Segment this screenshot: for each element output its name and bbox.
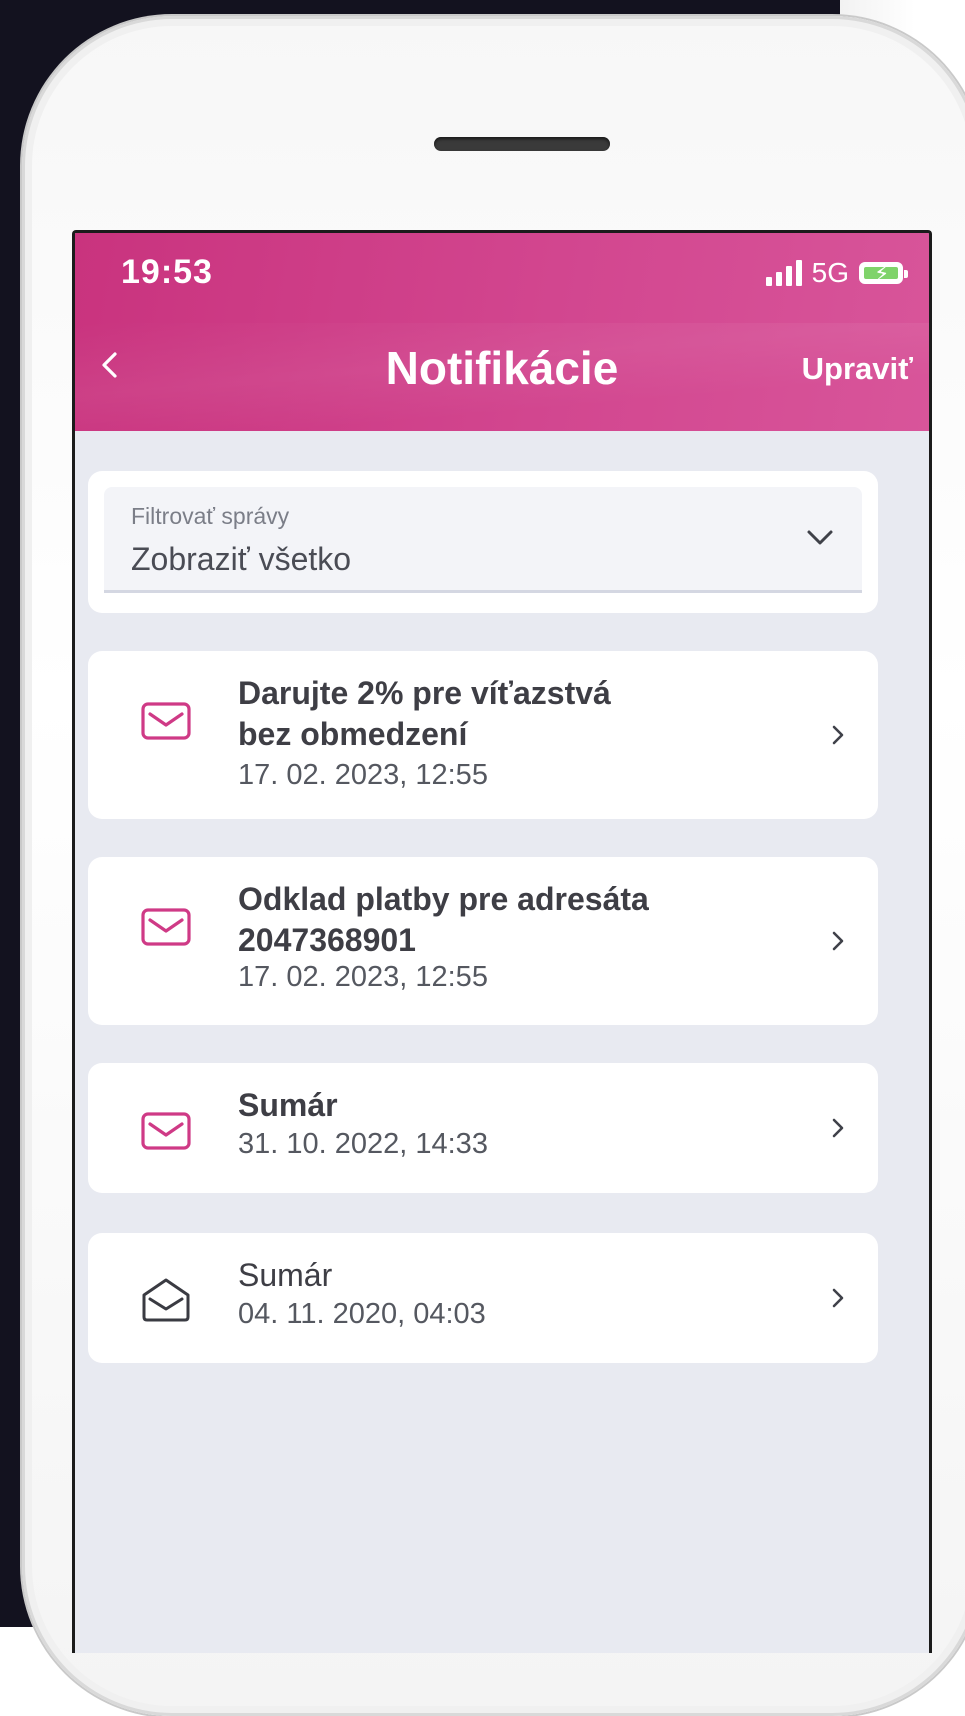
battery-charging-icon: ⚡ xyxy=(859,261,908,286)
envelope-closed-icon xyxy=(141,908,191,946)
phone-screen: 19:53 5G ⚡ Notifikácie Upraviť Filtrovať… xyxy=(72,230,932,1653)
notification-title: Odklad platby pre adresáta xyxy=(238,881,649,917)
notification-date: 17. 02. 2023, 12:55 xyxy=(238,961,488,993)
notification-date: 04. 11. 2020, 04:03 xyxy=(238,1298,486,1330)
notification-title-line2: bez obmedzení xyxy=(238,716,468,752)
chevron-right-icon xyxy=(832,1288,844,1308)
phone-speaker xyxy=(434,137,610,151)
notification-text: Sumár 04. 11. 2020, 04:03 xyxy=(238,1255,486,1331)
notification-item[interactable]: Sumár 04. 11. 2020, 04:03 xyxy=(88,1233,878,1363)
signal-icon xyxy=(765,260,802,286)
notification-date: 31. 10. 2022, 14:33 xyxy=(238,1128,488,1160)
notification-item[interactable]: Sumár 31. 10. 2022, 14:33 xyxy=(88,1063,878,1193)
notification-text: Sumár 31. 10. 2022, 14:33 xyxy=(238,1085,488,1161)
status-time: 19:53 xyxy=(121,253,213,291)
filter-select[interactable]: Filtrovať správy Zobraziť všetko xyxy=(104,487,862,593)
notification-title-line2: 2047368901 xyxy=(238,922,416,958)
chevron-down-icon xyxy=(807,530,833,545)
envelope-closed-icon xyxy=(141,702,191,740)
notification-title: Sumár xyxy=(238,1087,338,1123)
app-header: 19:53 5G ⚡ Notifikácie Upraviť xyxy=(75,233,929,431)
chevron-right-icon xyxy=(832,725,844,745)
notification-title: Darujte 2% pre víťazstvá xyxy=(238,675,611,711)
envelope-open-icon xyxy=(142,1278,190,1322)
page-title: Notifikácie xyxy=(385,342,619,394)
chevron-left-icon xyxy=(102,352,117,378)
chevron-right-icon xyxy=(832,931,844,951)
notification-text: Darujte 2% pre víťazstvá bez obmedzení 1… xyxy=(238,673,611,792)
notification-item[interactable]: Odklad platby pre adresáta 2047368901 17… xyxy=(88,857,878,1025)
notification-item[interactable]: Darujte 2% pre víťazstvá bez obmedzení 1… xyxy=(88,651,878,819)
notification-title: Sumár xyxy=(238,1257,333,1293)
filter-card: Filtrovať správy Zobraziť všetko xyxy=(88,471,878,613)
filter-label: Filtrovať správy xyxy=(131,503,290,529)
edit-button[interactable]: Upraviť xyxy=(802,351,913,387)
network-type: 5G xyxy=(811,257,849,288)
chevron-right-icon xyxy=(832,1118,844,1138)
envelope-closed-icon xyxy=(141,1112,191,1150)
status-indicators: 5G ⚡ xyxy=(765,257,908,289)
back-button[interactable] xyxy=(89,345,129,385)
notification-text: Odklad platby pre adresáta 2047368901 17… xyxy=(238,879,649,994)
notification-date: 17. 02. 2023, 12:55 xyxy=(238,759,488,791)
filter-value: Zobraziť všetko xyxy=(131,541,352,577)
